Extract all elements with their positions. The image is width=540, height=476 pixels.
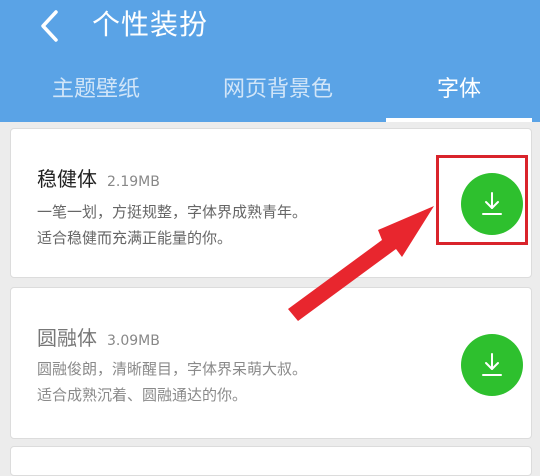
font-file-size: 2.19MB xyxy=(107,174,160,190)
font-description-line1: 圆融俊朗，清晰醒目，字体界呆萌大叔。 xyxy=(37,360,308,378)
font-card-yuanrong[interactable]: 圆融体 3.09MB 圆融俊朗，清晰醒目，字体界呆萌大叔。 适合成熟沉着、圆融通达… xyxy=(10,287,532,439)
page-title: 个性装扮 xyxy=(92,8,209,41)
font-description-line1: 一笔一划，方挺规整，字体界成熟青年。 xyxy=(37,203,308,221)
font-title: 圆融体 3.09MB xyxy=(37,322,160,351)
tab-active-indicator xyxy=(386,118,532,122)
tab-web-background[interactable]: 网页背景色 xyxy=(198,66,358,118)
font-title: 稳健体 2.19MB xyxy=(37,163,160,192)
download-icon xyxy=(482,353,502,376)
font-card-partial[interactable] xyxy=(10,446,532,476)
app-header: 个性装扮 主题壁纸 网页背景色 字体 xyxy=(0,0,540,122)
back-button[interactable] xyxy=(30,6,70,46)
tab-theme-wallpaper[interactable]: 主题壁纸 xyxy=(18,66,174,118)
tab-bar: 主题壁纸 网页背景色 字体 xyxy=(0,66,540,122)
font-file-size: 3.09MB xyxy=(107,333,160,349)
download-button[interactable] xyxy=(461,334,523,396)
chevron-left-icon xyxy=(41,10,58,42)
annotation-highlight-box xyxy=(436,155,528,245)
font-description-line2: 适合稳健而充满正能量的你。 xyxy=(37,229,233,247)
tab-font[interactable]: 字体 xyxy=(386,66,532,118)
font-name: 稳健体 xyxy=(37,167,97,191)
font-name: 圆融体 xyxy=(37,326,97,350)
font-description-line2: 适合成熟沉着、圆融通达的你。 xyxy=(37,386,248,404)
